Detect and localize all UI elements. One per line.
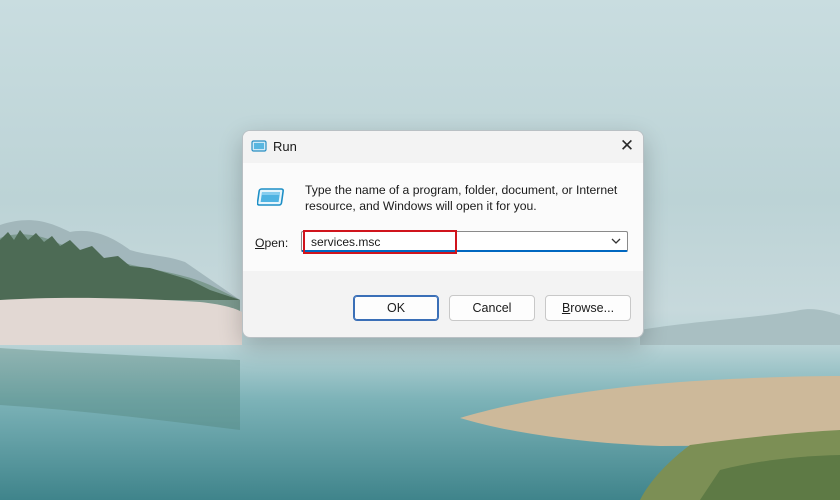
dialog-title: Run — [273, 139, 297, 154]
dialog-body: Type the name of a program, folder, docu… — [243, 163, 643, 271]
run-app-icon — [251, 140, 267, 152]
browse-label: Browse... — [561, 301, 615, 315]
dialog-titlebar: Run ✕ — [243, 131, 643, 163]
chevron-down-icon[interactable] — [609, 234, 623, 248]
ok-button[interactable]: OK — [353, 295, 439, 321]
close-button[interactable]: ✕ — [611, 131, 643, 161]
close-icon: ✕ — [619, 136, 635, 155]
cancel-button[interactable]: Cancel — [449, 295, 535, 321]
annotation-highlight-box — [303, 230, 457, 254]
dialog-description: Type the name of a program, folder, docu… — [305, 183, 618, 213]
open-label: Open: — [255, 236, 289, 250]
run-program-icon — [257, 188, 284, 206]
browse-button[interactable]: Browse... — [545, 295, 631, 321]
